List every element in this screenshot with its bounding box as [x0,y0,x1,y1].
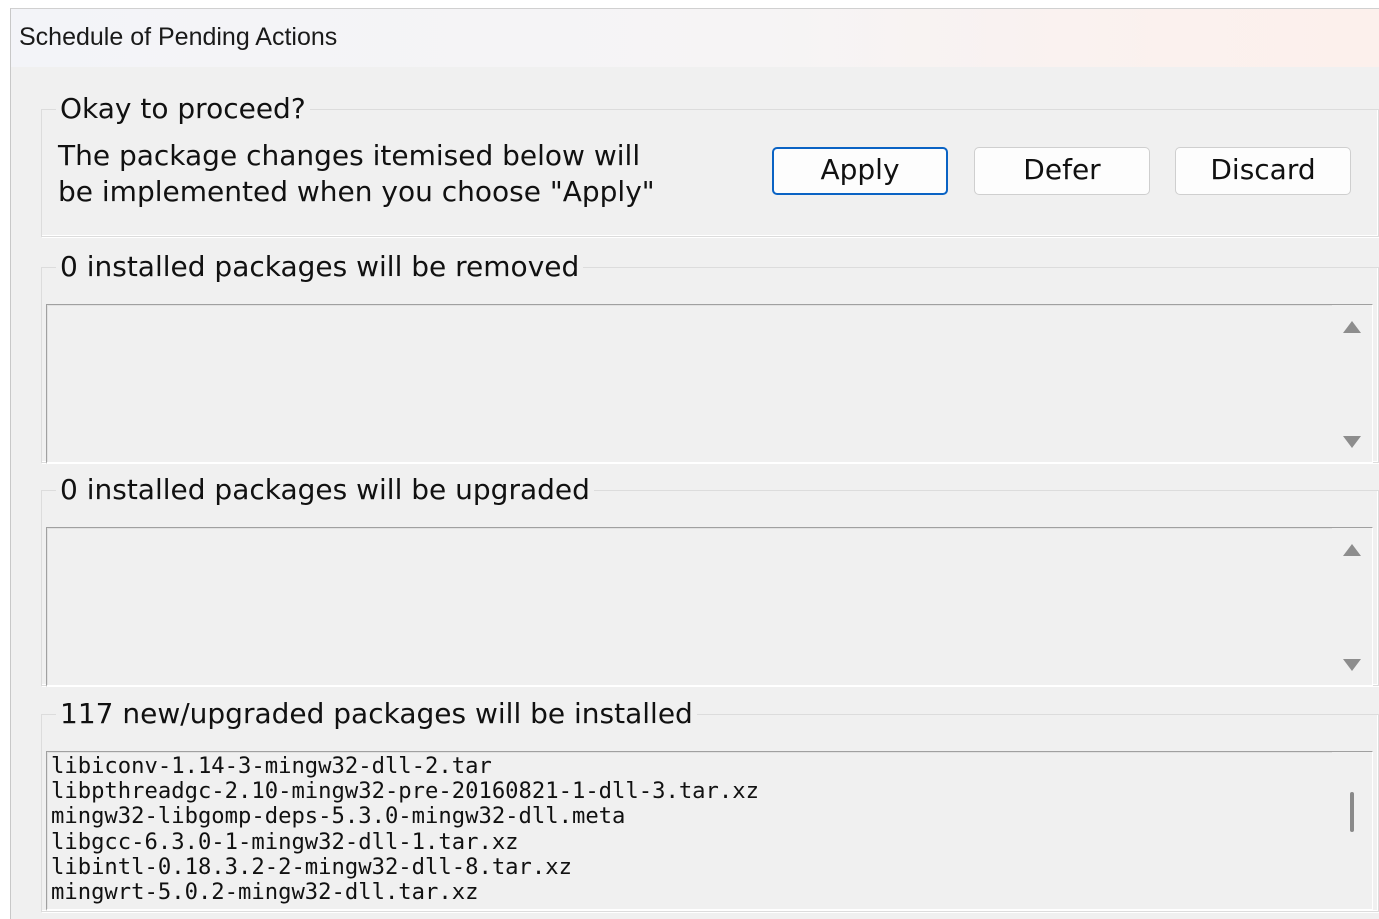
scroll-down-arrow-icon[interactable] [1343,436,1361,448]
discard-button[interactable]: Discard [1175,147,1351,195]
upgraded-list[interactable] [46,527,1373,687]
installed-group: 117 new/upgraded packages will be instal… [41,697,1379,912]
upgraded-scrollbar[interactable] [1332,528,1372,685]
proceed-group: Okay to proceed? The package changes ite… [41,92,1379,237]
window-title: Schedule of Pending Actions [19,23,338,51]
apply-button[interactable]: Apply [772,147,948,195]
list-item[interactable]: mingw32-libgomp-deps-5.3.0-mingw32-dll.m… [51,804,759,829]
installed-list[interactable]: libiconv-1.14-3-mingw32-dll-2.tar libpth… [46,751,1373,911]
removed-list[interactable] [46,304,1373,464]
installed-legend: 117 new/upgraded packages will be instal… [56,697,697,731]
description-line-2: be implemented when you choose "Apply" [58,175,655,208]
list-item[interactable]: libpthreadgc-2.10-mingw32-pre-20160821-1… [51,779,759,804]
pending-actions-window: Schedule of Pending Actions Okay to proc… [10,8,1379,919]
removed-group: 0 installed packages will be removed [41,250,1379,464]
scroll-up-arrow-icon[interactable] [1343,544,1361,556]
scrollbar-thumb[interactable] [1350,792,1354,832]
scroll-up-arrow-icon[interactable] [1343,321,1361,333]
list-item[interactable]: mingwrt-5.0.2-mingw32-dll.tar.xz [51,879,759,905]
list-item[interactable]: libintl-0.18.3.2-2-mingw32-dll-8.tar.xz [51,854,759,880]
list-item[interactable]: libiconv-1.14-3-mingw32-dll-2.tar [51,753,759,779]
list-item[interactable]: libgcc-6.3.0-1-mingw32-dll-1.tar.xz [51,829,759,855]
proceed-legend: Okay to proceed? [56,92,310,126]
defer-button[interactable]: Defer [974,147,1150,195]
scroll-down-arrow-icon[interactable] [1343,659,1361,671]
description-line-1: The package changes itemised below will [58,139,641,172]
installed-scrollbar[interactable] [1332,752,1372,909]
proceed-description: The package changes itemised below will … [58,138,655,210]
removed-scrollbar[interactable] [1332,305,1372,462]
title-bar[interactable]: Schedule of Pending Actions [11,9,1379,67]
installed-package-list: libiconv-1.14-3-mingw32-dll-2.tar libpth… [51,753,759,905]
upgraded-legend: 0 installed packages will be upgraded [56,473,594,507]
upgraded-group: 0 installed packages will be upgraded [41,473,1379,687]
removed-legend: 0 installed packages will be removed [56,250,584,284]
